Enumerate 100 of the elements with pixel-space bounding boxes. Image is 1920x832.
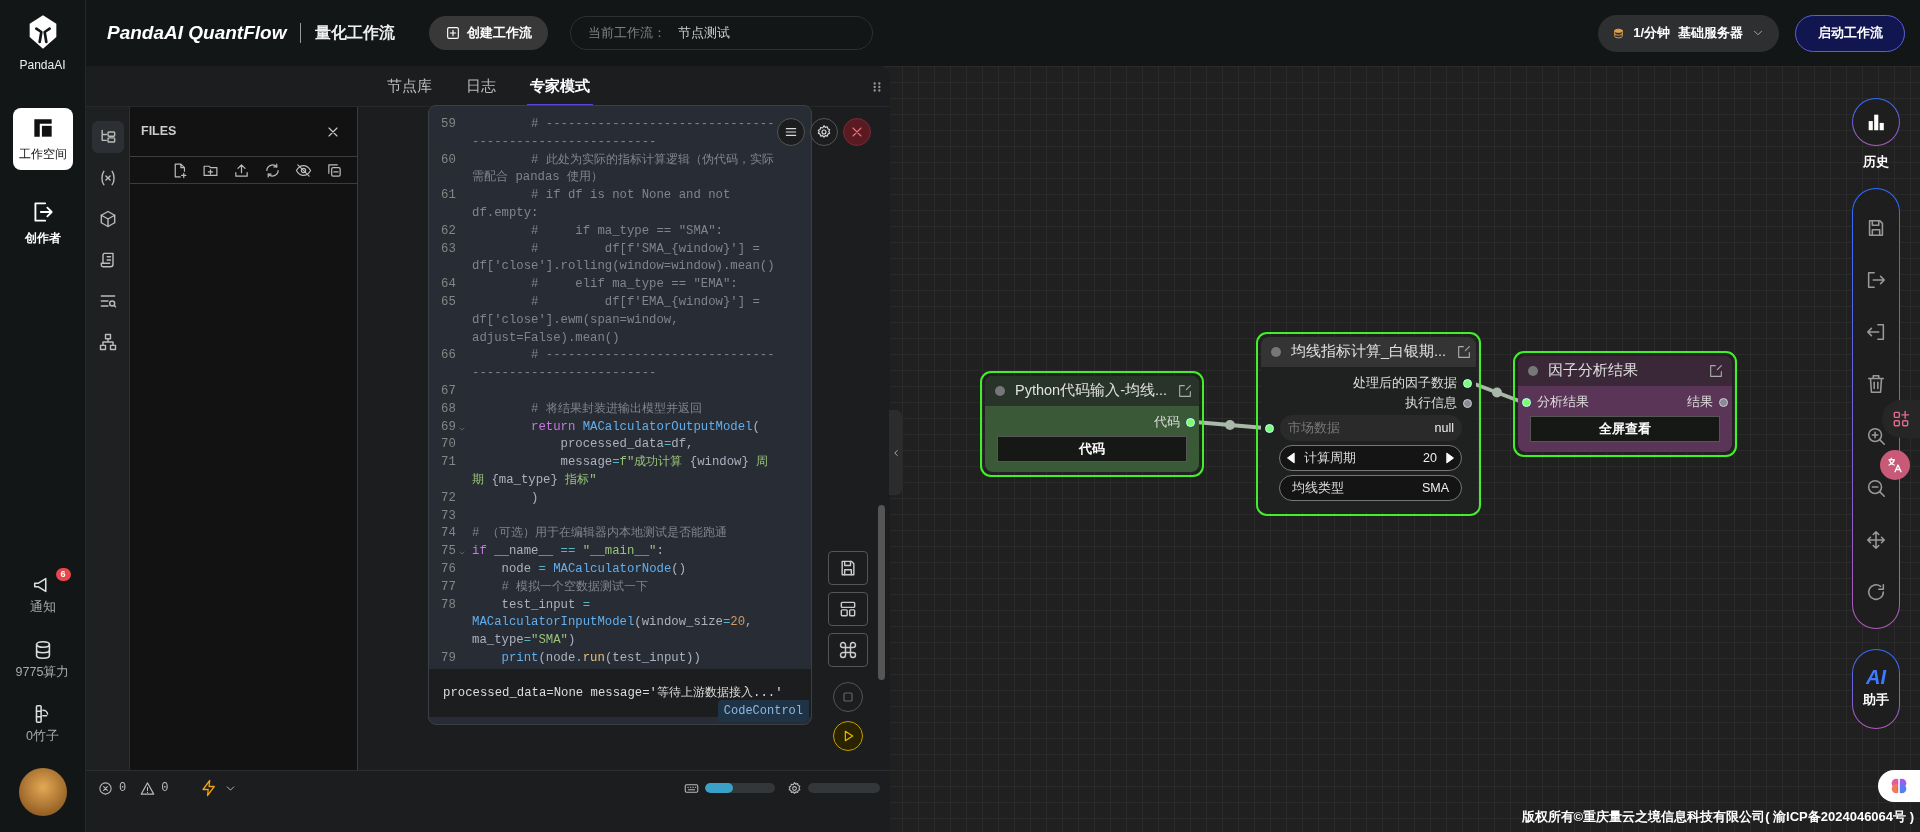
- app-title: PandaAI QuantFlow: [107, 20, 287, 45]
- files-title: FILES: [141, 123, 177, 141]
- node-button[interactable]: 代码: [997, 436, 1187, 462]
- code-line: test_input = MACalculatorInputModel(window_size=20, ma_type="SMA"): [472, 596, 754, 650]
- code-line: # 此处为实际的指标计算逻辑（伪代码，实际需配合 pandas 使用）: [472, 151, 775, 187]
- refresh-icon[interactable]: [264, 161, 281, 179]
- line-number: 79: [441, 649, 456, 667]
- collapse-icon[interactable]: [326, 161, 343, 179]
- nav-item[interactable]: 创作者: [12, 192, 73, 254]
- dropdown[interactable]: 均线类型 SMA: [1279, 475, 1462, 501]
- move-icon[interactable]: [1865, 528, 1887, 551]
- code-control-tag: CodeControl: [717, 700, 809, 722]
- apps-icon[interactable]: [1891, 409, 1911, 429]
- status-dot: [995, 386, 1005, 396]
- rail-label[interactable]: 通知: [29, 597, 56, 617]
- panel-tab[interactable]: 日志: [448, 66, 513, 106]
- line-number: 70: [441, 436, 456, 454]
- node-card[interactable]: Python代码输入-均线... 代码 代码: [980, 371, 1204, 477]
- history-button[interactable]: [1852, 98, 1900, 146]
- line-number: 72: [441, 489, 456, 507]
- output-label: 结果: [1687, 393, 1713, 411]
- line-number: 66: [441, 347, 456, 365]
- panel-tab[interactable]: 节点库: [369, 66, 449, 106]
- code-line: # if ma_type == "SMA":: [530, 222, 724, 240]
- line-number: 77: [441, 578, 456, 596]
- line-number: 68: [441, 400, 456, 418]
- copyright-text: 版权所有©重庆量云之境信息科技有限公司( 渝ICP备2024046064号 ): [1521, 807, 1914, 826]
- assistant-button[interactable]: AI 助手: [1852, 648, 1900, 729]
- line-number: 73: [441, 507, 456, 525]
- status-dot: [1528, 366, 1538, 376]
- code-line: ): [530, 489, 540, 507]
- socket[interactable]: [1463, 398, 1472, 408]
- settings-icon[interactable]: [816, 124, 832, 140]
- translate-icon[interactable]: [1886, 456, 1904, 474]
- command-icon[interactable]: [838, 640, 858, 660]
- line-number: 63: [441, 240, 456, 258]
- node-title: Python代码输入-均线...: [1015, 381, 1168, 401]
- status-dot: [1271, 347, 1281, 357]
- code-line: # --------------------------------------------------------: [472, 116, 776, 151]
- code-line: # （可选）用于在编辑器内本地测试是否能跑通: [472, 525, 728, 543]
- upload-icon[interactable]: [233, 161, 250, 179]
- line-number: 64: [441, 276, 456, 294]
- line-number: 61: [441, 187, 456, 205]
- decrement-icon[interactable]: [1284, 451, 1298, 465]
- layout-icon[interactable]: [838, 599, 858, 619]
- node-title: 均线指标计算_白银期...: [1291, 342, 1447, 362]
- line-number: 75: [441, 543, 456, 561]
- plus-icon: [445, 25, 462, 41]
- history-label: 历史: [1863, 154, 1889, 171]
- logo-text: PandaAI: [19, 57, 66, 74]
- output-label: 代码: [1154, 413, 1180, 431]
- line-number: 62: [441, 222, 456, 240]
- node-button[interactable]: 全屏查看: [1530, 416, 1720, 442]
- line-number: 59: [441, 116, 456, 133]
- input-slot: 市场数据 null: [1280, 415, 1462, 441]
- server-selector[interactable]: 1/分钟 基础服务器: [1598, 14, 1779, 52]
- code-line: # elif ma_type == "EMA":: [530, 276, 739, 294]
- scrollbar[interactable]: [878, 505, 885, 680]
- node-card[interactable]: 均线指标计算_白银期... 处理后的因子数据 执行信息 市场数据 null 计算周期 20 均线类型 SMA: [1256, 332, 1481, 516]
- error-icon[interactable]: [98, 780, 113, 796]
- code-editor[interactable]: [428, 105, 812, 725]
- app-subtitle: 量化工作流: [315, 23, 396, 43]
- increment-icon[interactable]: [1443, 451, 1457, 465]
- code-line: if __name__ == "__main__":: [472, 543, 665, 561]
- code-line: # df[f'EMA_{window}'] = df['close'].ewm(span=window, adjust=False).mean(): [472, 293, 761, 347]
- create-workflow-button[interactable]: 创建工作流: [429, 16, 549, 50]
- error-count: 0: [119, 780, 127, 797]
- edit-icon[interactable]: [1708, 363, 1724, 379]
- save-icon[interactable]: [838, 558, 858, 578]
- code-line: # if df is not None and not df.empty:: [472, 187, 732, 222]
- code-line: return MACalculatorOutputModel(: [530, 418, 761, 436]
- warning-icon[interactable]: [140, 780, 156, 796]
- avatar[interactable]: [18, 768, 67, 816]
- code-line: print(node.run(test_input)): [500, 649, 702, 667]
- warning-count: 0: [161, 780, 169, 797]
- line-number: 71: [441, 454, 456, 472]
- number-stepper[interactable]: 计算周期 20: [1279, 445, 1462, 471]
- edit-icon[interactable]: [1177, 383, 1194, 399]
- hierarchy-icon[interactable]: [97, 332, 118, 352]
- node-card[interactable]: 因子分析结果 分析结果 结果 全屏查看: [1513, 351, 1737, 457]
- trash-icon[interactable]: [1865, 372, 1887, 395]
- rail-label[interactable]: 9775算力: [15, 662, 70, 682]
- notification-badge: 6: [55, 567, 71, 581]
- meter-track: [808, 783, 880, 793]
- coin-icon: [1612, 26, 1626, 40]
- line-number: 69: [441, 418, 456, 436]
- output-label: 执行信息: [1405, 394, 1457, 412]
- line-number: 67: [441, 382, 456, 400]
- start-workflow-button[interactable]: 启动工作流: [1795, 14, 1905, 52]
- code-line: message=f"成功计算 {window} 周期 {ma_type} 指标": [472, 454, 770, 489]
- rail-label[interactable]: 0竹子: [26, 727, 59, 746]
- line-number: 65: [441, 293, 456, 311]
- edit-icon[interactable]: [1456, 344, 1473, 360]
- input-label: 分析结果: [1537, 393, 1589, 411]
- settings-icon[interactable]: [787, 780, 802, 796]
- code-line: # 模拟一个空数据测试一下: [500, 578, 650, 596]
- code-line: processed_data=df,: [559, 436, 695, 454]
- code-line: # --------------------------------------------------------: [472, 347, 776, 383]
- nav-item[interactable]: 工作空间: [12, 108, 73, 170]
- hide-icon[interactable]: [295, 161, 312, 179]
